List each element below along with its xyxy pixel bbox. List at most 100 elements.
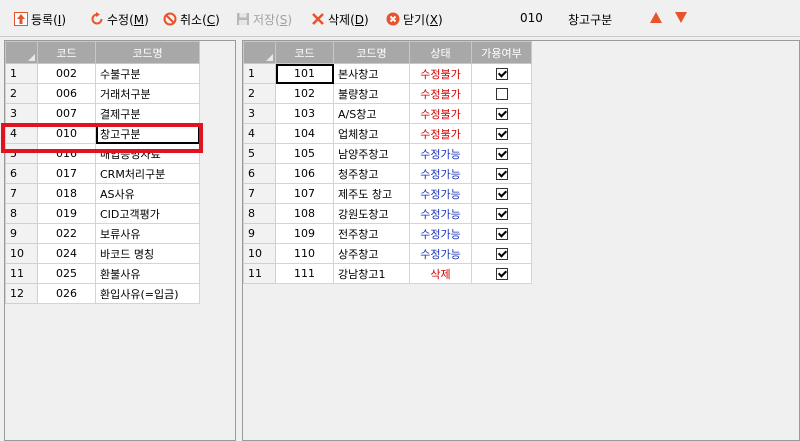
row-number[interactable]: 7	[243, 183, 276, 204]
status-cell[interactable]: 삭제	[409, 263, 472, 284]
code-name-cell[interactable]: 결제구분	[95, 103, 200, 124]
code-name-cell[interactable]: 수불구분	[95, 63, 200, 84]
code-cell[interactable]: 016	[37, 143, 96, 164]
status-cell[interactable]: 수정가능	[409, 183, 472, 204]
grid-corner[interactable]	[5, 41, 38, 64]
register-button[interactable]: 등록(I)	[14, 10, 66, 28]
available-checkbox[interactable]	[495, 128, 508, 140]
code-cell[interactable]: 111	[275, 263, 334, 284]
code-name-cell[interactable]: 상주창고	[333, 243, 410, 264]
row-number[interactable]: 3	[243, 103, 276, 124]
table-row[interactable]: 10 110 상주창고 수정가능	[243, 243, 532, 264]
table-row[interactable]: 2 006 거래처구분	[5, 83, 200, 104]
code-name-cell[interactable]: 전주창고	[333, 223, 410, 244]
column-header-available[interactable]: 가용여부	[471, 41, 532, 64]
status-cell[interactable]: 수정불가	[409, 63, 472, 84]
delete-button[interactable]: 삭제(D)	[311, 10, 369, 28]
code-cell[interactable]: 108	[275, 203, 334, 224]
code-cell[interactable]: 106	[275, 163, 334, 184]
available-cell[interactable]	[471, 63, 532, 84]
code-cell[interactable]: 109	[275, 223, 334, 244]
row-number[interactable]: 1	[243, 63, 276, 84]
code-name-cell[interactable]: 본사창고	[333, 63, 410, 84]
table-row[interactable]: 11 111 강남창고1 삭제	[243, 263, 532, 284]
table-row[interactable]: 9 022 보류사유	[5, 223, 200, 244]
code-name-cell[interactable]: CRM처리구분	[95, 163, 200, 184]
row-number[interactable]: 6	[243, 163, 276, 184]
code-cell[interactable]: 110	[275, 243, 334, 264]
code-name-cell[interactable]: 보류사유	[95, 223, 200, 244]
status-cell[interactable]: 수정가능	[409, 143, 472, 164]
available-checkbox[interactable]	[495, 68, 508, 80]
available-cell[interactable]	[471, 183, 532, 204]
row-number[interactable]: 5	[5, 143, 38, 164]
code-cell[interactable]: 025	[37, 263, 96, 284]
grid-corner[interactable]	[243, 41, 276, 64]
status-cell[interactable]: 수정불가	[409, 83, 472, 104]
available-checkbox[interactable]	[495, 208, 508, 220]
table-row[interactable]: 6 017 CRM처리구분	[5, 163, 200, 184]
status-cell[interactable]: 수정가능	[409, 243, 472, 264]
available-cell[interactable]	[471, 243, 532, 264]
row-number[interactable]: 11	[5, 263, 38, 284]
table-row[interactable]: 1 101 본사창고 수정불가	[243, 63, 532, 84]
row-number[interactable]: 2	[243, 83, 276, 104]
code-cell[interactable]: 018	[37, 183, 96, 204]
available-checkbox[interactable]	[495, 148, 508, 160]
cancel-button[interactable]: 취소(C)	[163, 10, 220, 28]
code-name-cell[interactable]: A/S창고	[333, 103, 410, 124]
column-header-code[interactable]: 코드	[37, 41, 96, 64]
row-number[interactable]: 4	[5, 123, 38, 144]
row-number[interactable]: 8	[243, 203, 276, 224]
row-number[interactable]: 9	[5, 223, 38, 244]
column-header-code[interactable]: 코드	[275, 41, 334, 64]
table-row[interactable]: 3 007 결제구분	[5, 103, 200, 124]
status-cell[interactable]: 수정가능	[409, 223, 472, 244]
code-name-cell[interactable]: 강원도창고	[333, 203, 410, 224]
code-cell[interactable]: 102	[275, 83, 334, 104]
code-cell[interactable]: 105	[275, 143, 334, 164]
edit-button[interactable]: 수정(M)	[90, 10, 149, 28]
code-name-cell[interactable]: 환입사유(=입금)	[95, 283, 200, 304]
available-cell[interactable]	[471, 123, 532, 144]
row-number[interactable]: 11	[243, 263, 276, 284]
available-checkbox[interactable]	[495, 108, 508, 120]
status-cell[interactable]: 수정가능	[409, 203, 472, 224]
move-down-arrow-icon[interactable]	[675, 12, 687, 23]
code-cell[interactable]: 017	[37, 163, 96, 184]
code-cell[interactable]: 103	[275, 103, 334, 124]
row-number[interactable]: 1	[5, 63, 38, 84]
table-row[interactable]: 5 105 남양주창고 수정가능	[243, 143, 532, 164]
status-cell[interactable]: 수정가능	[409, 163, 472, 184]
code-cell[interactable]: 104	[275, 123, 334, 144]
code-cell[interactable]: 022	[37, 223, 96, 244]
code-name-cell[interactable]: 매입증빙자료	[95, 143, 200, 164]
code-name-cell[interactable]: 바코드 명칭	[95, 243, 200, 264]
save-button[interactable]: 저장(S)	[236, 10, 292, 28]
table-row[interactable]: 2 102 불량창고 수정불가	[243, 83, 532, 104]
status-cell[interactable]: 수정불가	[409, 103, 472, 124]
available-cell[interactable]	[471, 203, 532, 224]
row-number[interactable]: 5	[243, 143, 276, 164]
code-name-cell[interactable]: CID고객평가	[95, 203, 200, 224]
code-cell[interactable]: 024	[37, 243, 96, 264]
column-header-status[interactable]: 상태	[409, 41, 472, 64]
available-cell[interactable]	[471, 263, 532, 284]
available-cell[interactable]	[471, 163, 532, 184]
code-name-cell[interactable]: 남양주창고	[333, 143, 410, 164]
table-row[interactable]: 5 016 매입증빙자료	[5, 143, 200, 164]
code-cell[interactable]: 007	[37, 103, 96, 124]
table-row[interactable]: 7 018 AS사유	[5, 183, 200, 204]
table-row[interactable]: 4 010 창고구분	[5, 123, 200, 144]
code-name-cell[interactable]: 제주도 창고	[333, 183, 410, 204]
row-number[interactable]: 6	[5, 163, 38, 184]
code-name-cell[interactable]: 거래처구분	[95, 83, 200, 104]
code-name-cell[interactable]: 환불사유	[95, 263, 200, 284]
table-row[interactable]: 11 025 환불사유	[5, 263, 200, 284]
row-number[interactable]: 12	[5, 283, 38, 304]
row-number[interactable]: 4	[243, 123, 276, 144]
move-up-arrow-icon[interactable]	[650, 12, 662, 23]
table-row[interactable]: 7 107 제주도 창고 수정가능	[243, 183, 532, 204]
table-row[interactable]: 6 106 청주창고 수정가능	[243, 163, 532, 184]
table-row[interactable]: 8 019 CID고객평가	[5, 203, 200, 224]
